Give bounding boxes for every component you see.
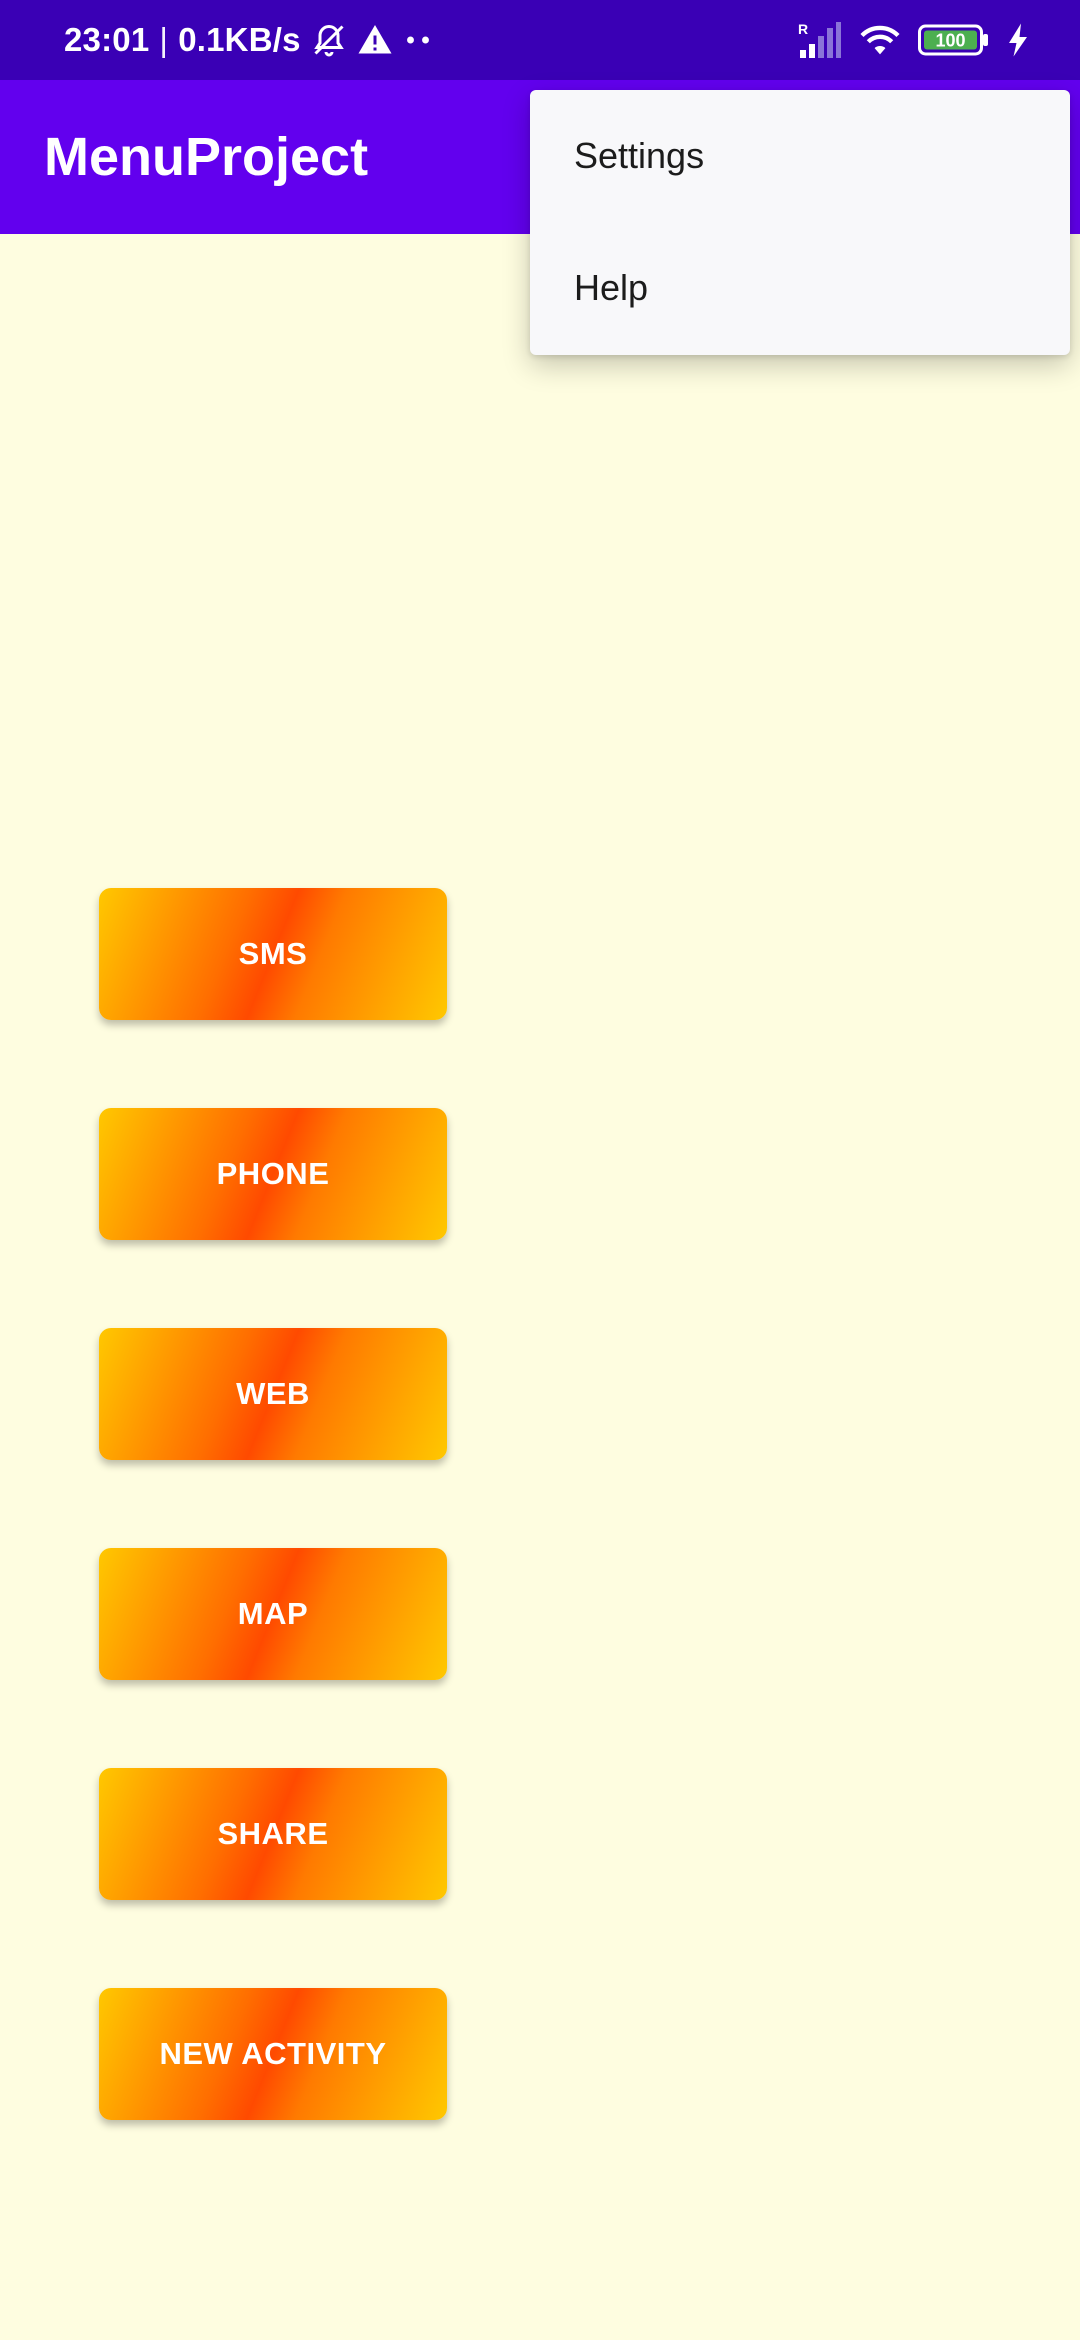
app-title: MenuProject <box>44 127 369 187</box>
warning-icon <box>357 22 393 58</box>
status-left: 23:01 | 0.1KB/s <box>64 0 433 80</box>
more-dots-icon <box>403 22 433 58</box>
battery-level: 100 <box>935 31 965 51</box>
menu-item-help[interactable]: Help <box>530 222 1070 354</box>
phone-button[interactable]: PHONE <box>99 1108 447 1240</box>
charging-icon <box>1006 22 1030 58</box>
status-bar: 23:01 | 0.1KB/s R 100 <box>0 0 1080 80</box>
status-separator: | <box>159 21 169 58</box>
new-activity-button[interactable]: NEW ACTIVITY <box>99 1988 447 2120</box>
menu-item-settings[interactable]: Settings <box>530 90 1070 222</box>
network-speed: 0.1KB/s <box>178 21 301 58</box>
wifi-icon <box>858 22 902 58</box>
sms-button[interactable]: SMS <box>99 888 447 1020</box>
signal-roaming-tag: R <box>798 21 808 37</box>
map-button[interactable]: MAP <box>99 1548 447 1680</box>
signal-icon: R <box>798 20 842 60</box>
status-right: R 100 <box>798 0 1030 80</box>
overflow-menu: Settings Help <box>530 90 1070 355</box>
web-button[interactable]: WEB <box>99 1328 447 1460</box>
bell-off-icon <box>311 22 347 58</box>
battery-icon: 100 <box>918 23 990 57</box>
share-button[interactable]: SHARE <box>99 1768 447 1900</box>
status-time: 23:01 <box>64 21 150 58</box>
